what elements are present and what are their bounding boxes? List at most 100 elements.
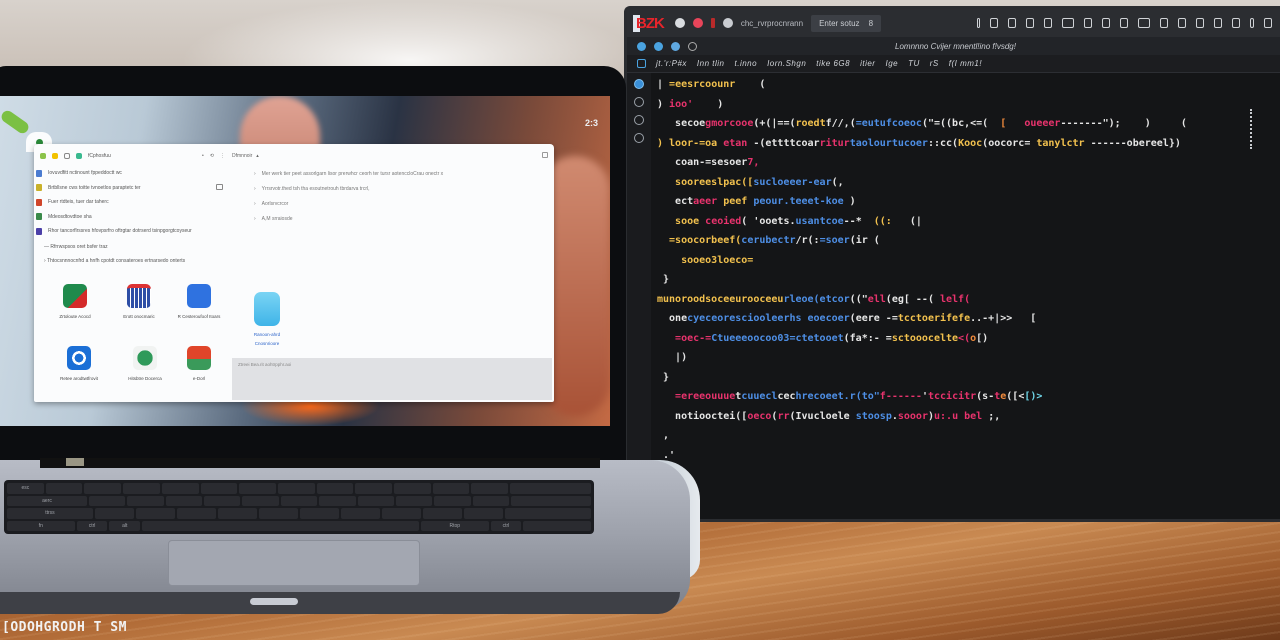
- featured-app[interactable]: Ranoon-ahrd Cnosnrioore: [246, 292, 288, 348]
- key[interactable]: [242, 495, 279, 506]
- code-line[interactable]: sooreeslpac([sucloeeer-ear(,: [657, 173, 1277, 193]
- file-icon[interactable]: [637, 41, 646, 51]
- search-icon[interactable]: [634, 97, 644, 107]
- key[interactable]: [135, 508, 175, 519]
- key[interactable]: [505, 508, 592, 519]
- key[interactable]: [355, 483, 393, 494]
- shield-icon[interactable]: [76, 153, 82, 159]
- key[interactable]: [176, 508, 216, 519]
- key[interactable]: ctrl: [76, 520, 108, 531]
- keyboard[interactable]: esc aerc ttrss fn ctrl alt Rtop ctrl: [4, 480, 594, 534]
- key[interactable]: [84, 483, 122, 494]
- toolbar-icon[interactable]: [1102, 18, 1110, 28]
- app-tile[interactable]: Erott onocmaric: [106, 284, 172, 319]
- code-line[interactable]: onecyeceoresciooleerhs eoecoer(eere -=tc…: [657, 309, 1277, 329]
- toolbar-icon[interactable]: [1120, 18, 1128, 28]
- toolbar-icon[interactable]: [1008, 18, 1016, 28]
- scrollbar[interactable]: [1250, 109, 1254, 149]
- code-line[interactable]: =soocorbeef(cerubectr/r(:=soer(ir (: [657, 231, 1277, 251]
- key[interactable]: [382, 508, 422, 519]
- bookmark-icon[interactable]: [52, 153, 58, 159]
- key[interactable]: aerc: [7, 495, 87, 506]
- toolbar-icon[interactable]: [990, 18, 998, 28]
- key[interactable]: [277, 483, 315, 494]
- explorer-icon[interactable]: [634, 79, 644, 89]
- extension-icon[interactable]: [40, 153, 46, 159]
- code-line[interactable]: }: [657, 270, 1277, 290]
- code-editor[interactable]: | =eesrcoounr () ioo' ) secoegmorcooe(+(…: [657, 75, 1277, 485]
- key[interactable]: [395, 495, 433, 506]
- record-icon[interactable]: [692, 18, 703, 28]
- code-line[interactable]: sooe ceoied( 'ooets.usantcoe--* ((: (|: [657, 212, 1277, 232]
- key[interactable]: [357, 495, 394, 506]
- key[interactable]: esc: [7, 483, 44, 494]
- menu-item[interactable]: Inn tlin: [697, 59, 725, 68]
- key[interactable]: [280, 495, 318, 506]
- key[interactable]: fn: [7, 520, 75, 531]
- key[interactable]: [165, 495, 203, 506]
- key[interactable]: [471, 483, 509, 494]
- key[interactable]: [510, 483, 591, 494]
- key[interactable]: [341, 508, 381, 519]
- key[interactable]: [258, 508, 299, 519]
- list-item[interactable]: Fuer rtdteis, tuer dar taherc: [34, 195, 234, 210]
- menu-item[interactable]: itier: [860, 59, 875, 68]
- toolbar-icon[interactable]: [1250, 18, 1254, 28]
- search-tab[interactable]: Enter sotuz 8: [811, 14, 882, 32]
- key[interactable]: Rtop: [420, 520, 489, 531]
- app-tile[interactable]: Retee arodtwtfrovit: [46, 346, 112, 381]
- toolbar-icon[interactable]: [1062, 18, 1074, 28]
- menu-item[interactable]: f(I mm1!: [949, 59, 982, 68]
- toolbar-icon[interactable]: [1084, 18, 1092, 28]
- key[interactable]: ctrl: [490, 520, 522, 531]
- toolbar-icon[interactable]: [1196, 18, 1204, 28]
- key[interactable]: [123, 483, 160, 494]
- code-line[interactable]: .': [657, 446, 1277, 466]
- cloud-icon[interactable]: [671, 41, 680, 51]
- code-line[interactable]: =ereeouuuetcuueclcechrecoeet.r(to"f-----…: [657, 387, 1277, 407]
- menu-item[interactable]: TU: [908, 59, 920, 68]
- key[interactable]: [239, 483, 276, 494]
- key[interactable]: [204, 495, 241, 506]
- key[interactable]: [217, 508, 257, 519]
- code-line[interactable]: |): [657, 348, 1277, 368]
- key[interactable]: alt: [109, 520, 141, 531]
- key[interactable]: [127, 495, 164, 506]
- spacebar[interactable]: [142, 520, 419, 531]
- menu-icon[interactable]: [637, 59, 646, 68]
- window-close-icon[interactable]: [542, 152, 548, 158]
- key[interactable]: [200, 483, 238, 494]
- toolbar-icon[interactable]: [1214, 18, 1222, 28]
- code-line[interactable]: notiooctei([oeco(rr(Ivucloele stoosp.soo…: [657, 407, 1277, 427]
- code-line[interactable]: =oec-=Ctueeeoocoo03=ctetooet(fa*:- =scto…: [657, 329, 1277, 349]
- key[interactable]: [423, 508, 463, 519]
- app-tile[interactable]: e-Dorl: [166, 346, 232, 381]
- code-line[interactable]: ,: [657, 426, 1277, 446]
- menu-item[interactable]: t.inno: [735, 59, 758, 68]
- more-icon[interactable]: ⋮: [220, 153, 225, 159]
- code-line[interactable]: }: [657, 368, 1277, 388]
- key[interactable]: [45, 483, 83, 494]
- toolbar-icon[interactable]: [1160, 18, 1168, 28]
- code-line[interactable]: sooeo3loeco=: [657, 251, 1277, 271]
- code-line[interactable]: ectaeer peef peour.teeet-koe ): [657, 192, 1277, 212]
- chevron-up-icon[interactable]: ▴: [256, 153, 259, 159]
- arrow-keys[interactable]: [523, 520, 591, 531]
- toolbar-icon[interactable]: [1138, 18, 1150, 28]
- key[interactable]: ttrss: [7, 508, 93, 519]
- chat-icon[interactable]: [216, 184, 223, 190]
- list-item[interactable]: Mdeosdtovdtoe sha: [34, 210, 234, 225]
- menu-item[interactable]: Iorn.Shgn: [767, 59, 806, 68]
- key[interactable]: [300, 508, 340, 519]
- marker-icon[interactable]: [710, 18, 715, 28]
- menu-item[interactable]: tike 6G8: [816, 59, 850, 68]
- settings-icon[interactable]: [634, 115, 644, 125]
- key[interactable]: [394, 483, 431, 494]
- code-line[interactable]: | =eesrcoounr (: [657, 75, 1277, 95]
- key[interactable]: [464, 508, 504, 519]
- debug-icon[interactable]: [634, 133, 644, 143]
- code-line[interactable]: }: [657, 465, 1277, 485]
- pane-item[interactable]: › Yrrsrvotr.thed tsh tha esoutnetrouh tbr…: [254, 181, 544, 196]
- app-tile[interactable]: Zrtoloute Acocd: [42, 284, 108, 319]
- circle-icon[interactable]: [674, 18, 685, 28]
